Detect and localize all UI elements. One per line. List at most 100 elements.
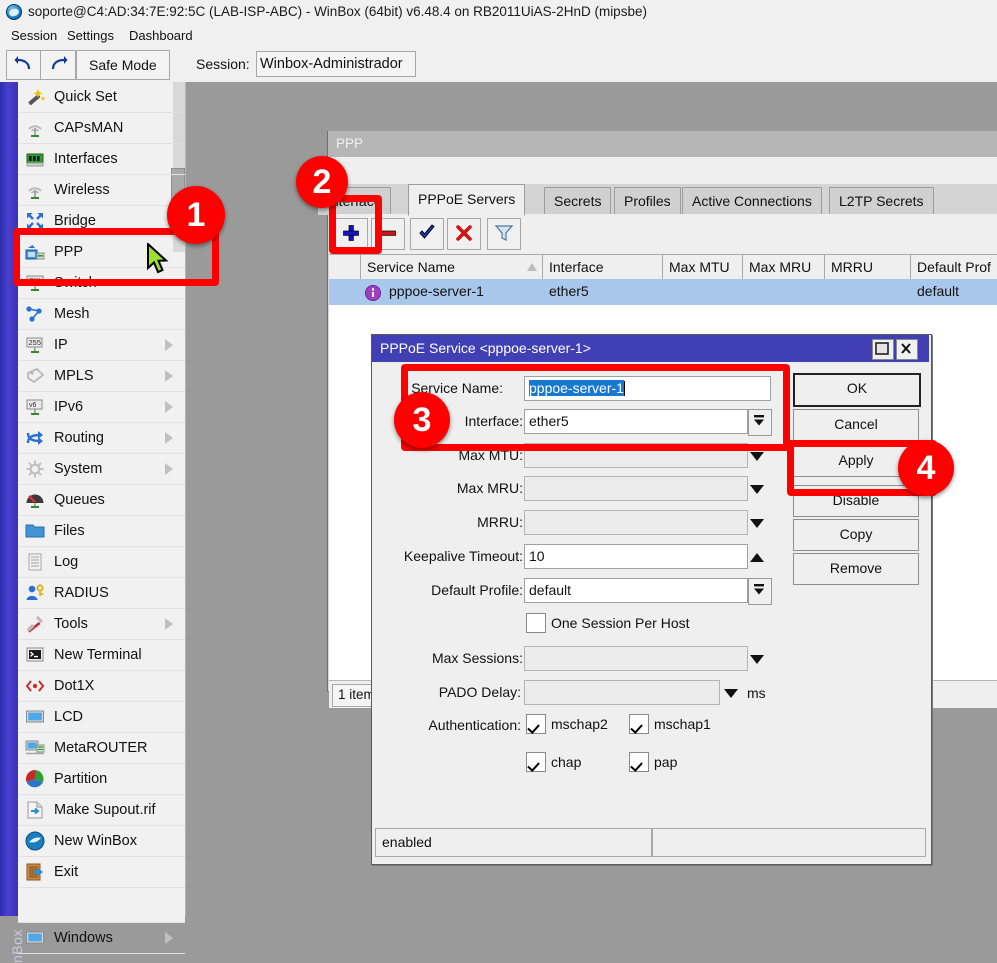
field-keepalive-timeout: Keepalive Timeout: 10 [373, 544, 793, 570]
ppp-window-titlebar[interactable]: PPP [328, 131, 997, 157]
tab-profiles[interactable]: Profiles [614, 187, 681, 215]
sidebar-item-ip[interactable]: 255 IP [18, 330, 185, 361]
safe-mode-button[interactable]: Safe Mode [76, 50, 170, 80]
column-header-service-name[interactable]: Service Name [361, 255, 543, 280]
chevron-right-icon [165, 401, 173, 413]
svg-text:255: 255 [29, 338, 42, 347]
ppp-filter-button[interactable] [487, 218, 521, 250]
dialog-remove-button[interactable]: Remove [793, 553, 919, 585]
field-one-session-per-host: One Session Per Host [373, 613, 793, 635]
undo-button[interactable] [6, 50, 42, 80]
sidebar-item-routing[interactable]: Routing [18, 423, 185, 454]
dialog-ok-button[interactable]: OK [793, 373, 921, 407]
auth-mschap1-checkbox[interactable] [629, 714, 649, 734]
sidebar-item-label: Queues [54, 492, 105, 508]
column-header-default-profile[interactable]: Default Prof [911, 255, 997, 280]
sidebar-item-wireless[interactable]: Wireless [18, 175, 185, 206]
pado-delay-input[interactable] [524, 680, 720, 705]
sidebar-item-make-supout[interactable]: Make Supout.rif [18, 795, 185, 826]
one-session-per-host-checkbox[interactable] [526, 613, 546, 633]
auth-pap-checkbox[interactable] [629, 752, 649, 772]
interface-input[interactable]: ether5 [524, 409, 748, 434]
dialog-cancel-button[interactable]: Cancel [793, 409, 919, 441]
ppp-add-button[interactable] [334, 218, 368, 250]
sidebar-item-mesh[interactable]: Mesh [18, 299, 185, 330]
tab-l2tp-secrets[interactable]: L2TP Secrets [829, 187, 934, 215]
max-sessions-spinner-down-icon[interactable] [750, 655, 764, 664]
switch-icon: SW [24, 272, 46, 294]
column-header-interface[interactable]: Interface [543, 255, 663, 280]
ppp-remove-button[interactable] [371, 218, 405, 250]
auth-mschap1-label: mschap1 [654, 716, 711, 732]
sidebar-item-new-winbox[interactable]: New WinBox [18, 826, 185, 857]
field-max-sessions: Max Sessions: [373, 646, 793, 672]
field-mrru: MRRU: [373, 510, 793, 536]
sidebar-item-label: MPLS [54, 368, 94, 384]
keepalive-spinner-up-icon[interactable] [750, 553, 764, 562]
auth-chap-checkbox[interactable] [526, 752, 546, 772]
sidebar-item-interfaces[interactable]: Interfaces [18, 144, 185, 175]
menu-settings[interactable]: Settings [62, 27, 119, 44]
sidebar-item-bridge[interactable]: Bridge [18, 206, 185, 237]
ppp-disable-button[interactable] [447, 218, 481, 250]
sidebar-item-new-terminal[interactable]: New Terminal [18, 640, 185, 671]
session-input[interactable]: Winbox-Administrador [256, 51, 416, 77]
sidebar-item-quick-set[interactable]: Quick Set [18, 82, 185, 113]
tab-pppoe-servers[interactable]: PPPoE Servers [408, 184, 525, 216]
auth-mschap2-checkbox[interactable] [526, 714, 546, 734]
column-header-mrru[interactable]: MRRU [825, 255, 911, 280]
max-mtu-input[interactable] [524, 443, 748, 468]
dialog-status-secondary [652, 828, 926, 857]
sidebar-item-ipv6[interactable]: v6 IPv6 [18, 392, 185, 423]
column-header-max-mtu[interactable]: Max MTU [663, 255, 743, 280]
default-profile-dropdown-button[interactable] [748, 578, 772, 605]
sidebar-item-exit[interactable]: Exit [18, 857, 185, 888]
sidebar-item-files[interactable]: Files [18, 516, 185, 547]
redo-button[interactable] [40, 50, 76, 80]
dialog-maximize-button[interactable] [872, 339, 894, 360]
column-header-status[interactable] [329, 255, 361, 280]
service-name-input[interactable]: pppoe-server-1 [524, 376, 771, 401]
svg-text:SW: SW [29, 278, 41, 285]
default-profile-input[interactable]: default [524, 578, 748, 603]
sidebar-item-windows[interactable]: Windows [18, 923, 185, 954]
max-mru-input[interactable] [524, 476, 748, 501]
mrru-spinner-down-icon[interactable] [750, 519, 764, 528]
max-mru-label: Max MRU: [457, 480, 523, 496]
column-header-max-mru[interactable]: Max MRU [743, 255, 825, 280]
max-mru-spinner-down-icon[interactable] [750, 485, 764, 494]
interface-dropdown-button[interactable] [748, 409, 772, 436]
sidebar-item-label: Tools [54, 616, 88, 632]
dialog-titlebar[interactable]: PPPoE Service <pppoe-server-1> [372, 335, 929, 362]
keepalive-timeout-input[interactable]: 10 [524, 544, 748, 569]
sidebar-item-lcd[interactable]: LCD [18, 702, 185, 733]
user-key-icon [24, 582, 46, 604]
sidebar-item-mpls[interactable]: MPLS [18, 361, 185, 392]
sidebar-item-queues[interactable]: Queues [18, 485, 185, 516]
dialog-copy-button[interactable]: Copy [793, 519, 919, 551]
sidebar-item-label: New Terminal [54, 647, 142, 663]
table-row[interactable]: pppoe-server-1 ether5 default [329, 279, 997, 305]
max-mtu-spinner-down-icon[interactable] [750, 452, 764, 461]
sidebar-item-metarouter[interactable]: MetaROUTER [18, 733, 185, 764]
menu-session[interactable]: Session [6, 27, 62, 44]
service-name-value: pppoe-server-1 [529, 380, 624, 396]
tab-secrets[interactable]: Secrets [544, 187, 611, 215]
sidebar-item-radius[interactable]: RADIUS [18, 578, 185, 609]
pado-delay-spinner-down-icon[interactable] [724, 689, 738, 698]
ppp-enable-button[interactable] [410, 218, 444, 250]
sidebar-item-partition[interactable]: Partition [18, 764, 185, 795]
sidebar-item-system[interactable]: System [18, 454, 185, 485]
sidebar-item-capsman[interactable]: CAPsMAN [18, 113, 185, 144]
max-sessions-input[interactable] [524, 646, 748, 671]
sidebar-item-tools[interactable]: Tools [18, 609, 185, 640]
menu-dashboard[interactable]: Dashboard [124, 27, 198, 44]
mrru-input[interactable] [524, 510, 748, 535]
tab-active-connections[interactable]: Active Connections [682, 187, 822, 215]
sidebar-item-dot1x[interactable]: Dot1X [18, 671, 185, 702]
routing-arrows-icon [24, 427, 46, 449]
sidebar-item-log[interactable]: Log [18, 547, 185, 578]
tools-icon [24, 613, 46, 635]
dialog-close-button[interactable] [896, 339, 918, 360]
antenna-icon [24, 179, 46, 201]
